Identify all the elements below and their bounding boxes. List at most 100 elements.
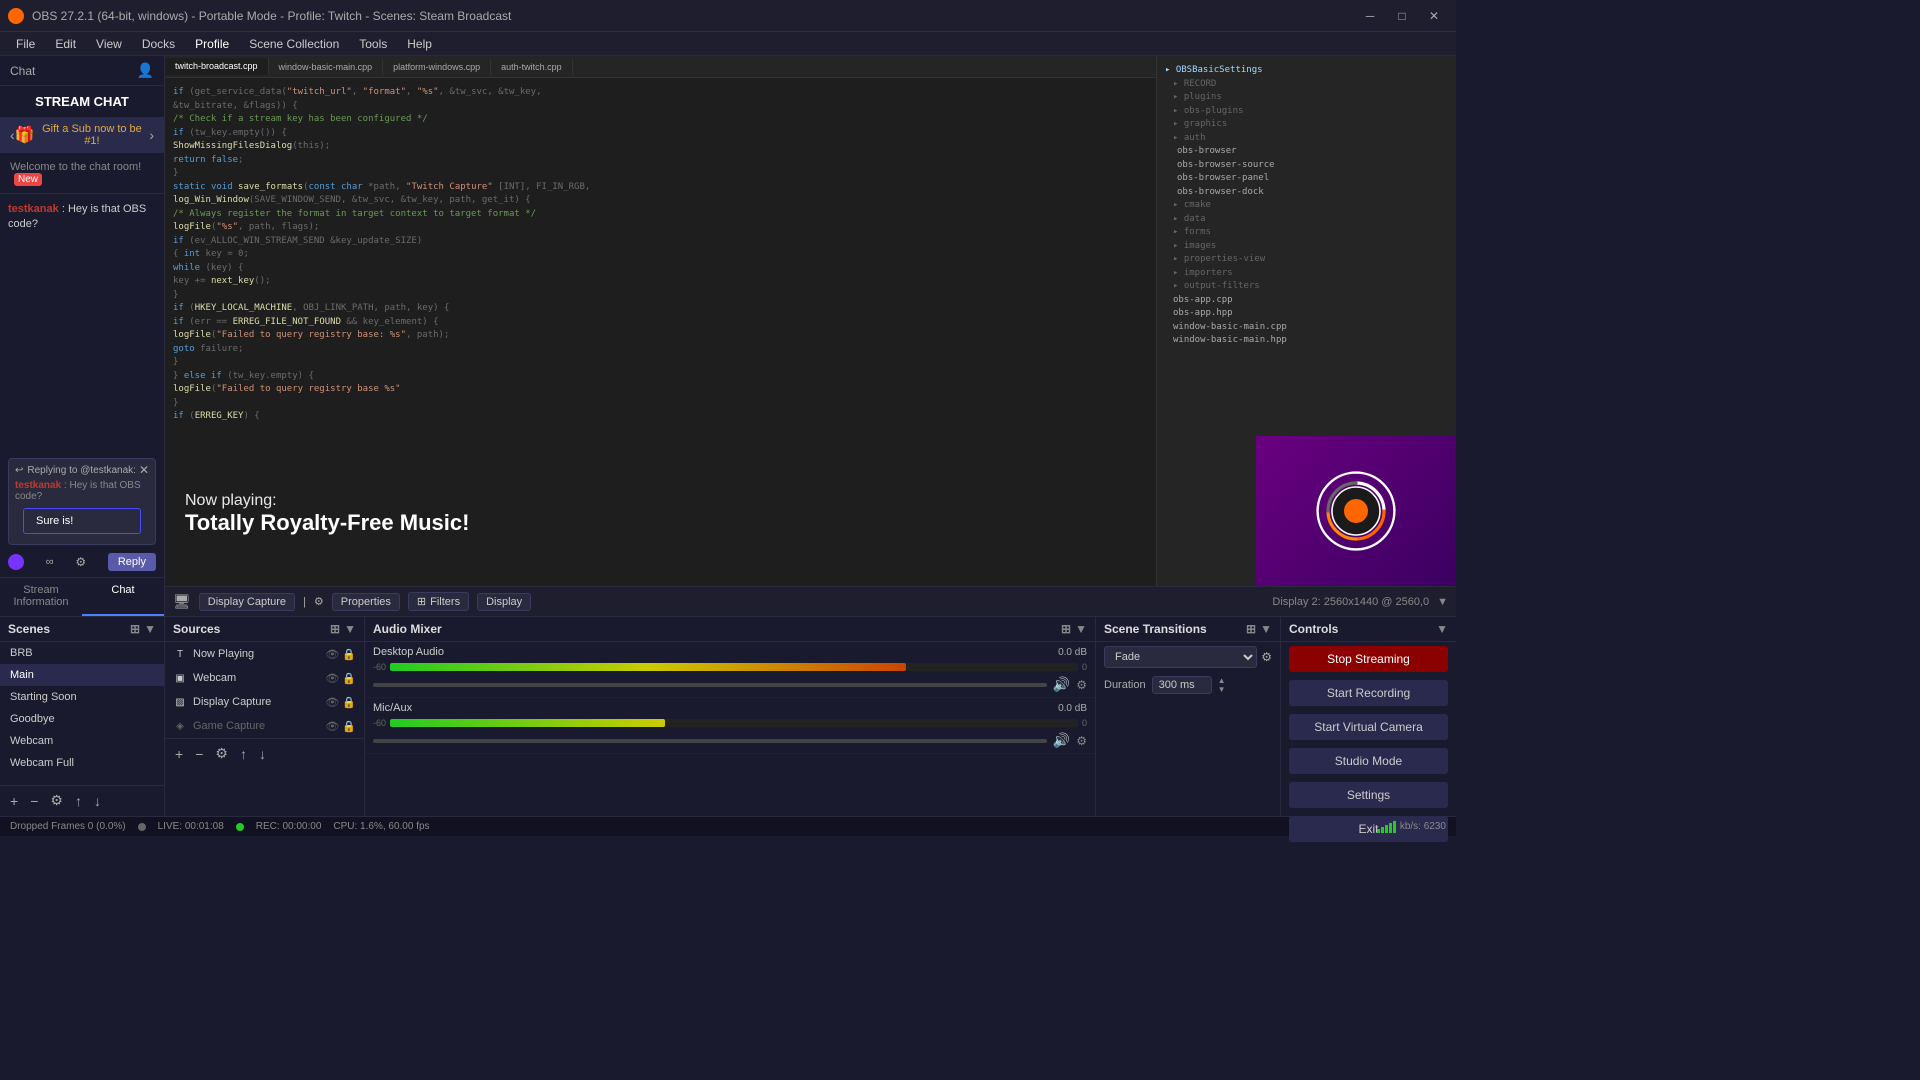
source-game-capture[interactable]: ◈ Game Capture 👁 🔒 [165, 714, 364, 738]
transitions-config-icon[interactable]: ⊞ [1246, 622, 1256, 636]
menu-tools[interactable]: Tools [351, 35, 395, 53]
gift-next-arrow[interactable]: › [149, 127, 154, 143]
minimize-button[interactable]: ─ [1356, 6, 1384, 26]
scene-remove-button[interactable]: − [26, 791, 42, 811]
chat-gift-banner[interactable]: ‹ 🎁 Gift a Sub now to be #1! › [0, 117, 164, 153]
lock-icon[interactable]: 🔒 [342, 672, 356, 685]
stop-streaming-button[interactable]: Stop Streaming [1289, 646, 1448, 672]
transitions-arrow-icon[interactable]: ▼ [1260, 622, 1272, 636]
source-settings-button[interactable]: ⚙ [211, 743, 232, 764]
duration-up-arrow[interactable]: ▲ [1218, 677, 1226, 685]
bar-2 [1381, 827, 1384, 833]
eye-icon[interactable]: 👁 [325, 648, 339, 661]
preview-area: twitch-broadcast.cpp window-basic-main.c… [165, 56, 1456, 616]
scene-up-button[interactable]: ↑ [71, 791, 86, 811]
studio-mode-button[interactable]: Studio Mode [1289, 748, 1448, 774]
audio-mixer-arrow-icon[interactable]: ▼ [1075, 622, 1087, 636]
eye-hidden-icon[interactable]: 👁 [325, 720, 339, 733]
tab-chat[interactable]: Chat [82, 578, 164, 616]
scenes-arrow-icon[interactable]: ▼ [144, 622, 156, 636]
display-button[interactable]: Display [477, 593, 531, 611]
start-recording-button[interactable]: Start Recording [1289, 680, 1448, 706]
monitor-icon: 🖥 [173, 593, 191, 610]
scene-settings-button[interactable]: ⚙ [46, 790, 67, 811]
scene-goodbye[interactable]: Goodbye [0, 708, 164, 730]
scene-starting-soon[interactable]: Starting Soon [0, 686, 164, 708]
scene-main[interactable]: Main [0, 664, 164, 686]
source-add-button[interactable]: + [171, 744, 187, 764]
close-button[interactable]: ✕ [1420, 6, 1448, 26]
status-bar: Dropped Frames 0 (0.0%) LIVE: 00:01:08 R… [0, 816, 1456, 836]
sources-config-icon[interactable]: ⊞ [330, 622, 340, 636]
desktop-mute-icon[interactable]: 🔊 [1053, 676, 1070, 693]
scene-brb[interactable]: BRB [0, 642, 164, 664]
menu-profile[interactable]: Profile [187, 35, 237, 53]
code-tab-1[interactable]: twitch-broadcast.cpp [165, 58, 269, 75]
filters-label: Filters [430, 596, 460, 608]
scenes-panel: Scenes ⊞ ▼ BRB Main Starting Soon Goodby… [0, 617, 165, 816]
mic-settings-icon[interactable]: ⚙ [1076, 734, 1087, 748]
chat-settings-icon[interactable]: ⚙ [75, 555, 86, 569]
menu-help[interactable]: Help [399, 35, 440, 53]
properties-button[interactable]: Properties [332, 593, 400, 611]
audio-track-desktop-header: Desktop Audio 0.0 dB [373, 646, 1087, 658]
sources-arrow-icon[interactable]: ▼ [344, 622, 356, 636]
lock-icon[interactable]: 🔒 [342, 720, 356, 733]
source-now-playing[interactable]: T Now Playing 👁 🔒 [165, 642, 364, 666]
scene-down-button[interactable]: ↓ [90, 791, 105, 811]
reply-button[interactable]: Reply [108, 553, 156, 571]
transition-dropdown[interactable]: Fade Cut Swipe Slide [1104, 646, 1257, 668]
audio-mixer-config-icon[interactable]: ⊞ [1061, 622, 1071, 636]
mic-aux-label: Mic/Aux [373, 702, 412, 714]
code-tab-2[interactable]: window-basic-main.cpp [269, 59, 384, 75]
sources-panel-actions: ⊞ ▼ [330, 622, 356, 636]
maximize-button[interactable]: □ [1388, 6, 1416, 26]
menu-edit[interactable]: Edit [47, 35, 84, 53]
code-editor-right: ▸ OBSBasicSettings ▸ RECORD ▸ plugins ▸ … [1156, 56, 1456, 586]
duration-row: Duration ▲ ▼ [1096, 672, 1280, 698]
scene-add-button[interactable]: + [6, 791, 22, 811]
source-webcam-controls: 👁 🔒 [325, 672, 356, 685]
display-dropdown-icon[interactable]: ▼ [1437, 596, 1448, 608]
menu-view[interactable]: View [88, 35, 130, 53]
source-remove-button[interactable]: − [191, 744, 207, 764]
code-tab-4[interactable]: auth-twitch.cpp [491, 59, 573, 75]
start-virtual-camera-button[interactable]: Start Virtual Camera [1289, 714, 1448, 740]
filters-button[interactable]: ⊞ Filters [408, 592, 469, 611]
transition-gear-icon[interactable]: ⚙ [1261, 650, 1272, 664]
lock-icon[interactable]: 🔒 [342, 696, 356, 709]
menu-docks[interactable]: Docks [134, 35, 183, 53]
stream-info-tab-label: Stream Information [13, 584, 68, 608]
desktop-settings-icon[interactable]: ⚙ [1076, 678, 1087, 692]
source-display-capture[interactable]: ▨ Display Capture 👁 🔒 [165, 690, 364, 714]
reply-close-button[interactable]: ✕ [139, 463, 149, 477]
eye-icon[interactable]: 👁 [325, 672, 339, 685]
chat-bottom-row: ∞ ⚙ Reply [0, 549, 164, 577]
chat-input[interactable] [36, 515, 178, 527]
scenes-config-icon[interactable]: ⊞ [130, 622, 140, 636]
audio-track-mic: Mic/Aux 0.0 dB -60 0 🔊 ⚙ [365, 698, 1095, 754]
mic-volume-slider[interactable] [373, 739, 1047, 743]
eye-icon[interactable]: 👁 [325, 696, 339, 709]
source-down-button[interactable]: ↓ [255, 744, 270, 764]
controls-arrow-icon[interactable]: ▼ [1436, 622, 1448, 636]
tab-stream-information[interactable]: Stream Information [0, 578, 82, 616]
menu-file[interactable]: File [8, 35, 43, 53]
display-capture-button[interactable]: Display Capture [199, 593, 295, 611]
welcome-message: Welcome to the chat room! [10, 161, 141, 173]
bar-3 [1385, 825, 1388, 833]
scene-webcam-full[interactable]: Webcam Full [0, 752, 164, 774]
source-up-button[interactable]: ↑ [236, 744, 251, 764]
menu-scene-collection[interactable]: Scene Collection [241, 35, 347, 53]
mic-mute-icon[interactable]: 🔊 [1053, 732, 1070, 749]
code-tab-3[interactable]: platform-windows.cpp [383, 59, 491, 75]
bar-1 [1377, 829, 1380, 833]
lock-icon[interactable]: 🔒 [342, 648, 356, 661]
scene-webcam[interactable]: Webcam [0, 730, 164, 752]
desktop-volume-slider[interactable] [373, 683, 1047, 687]
source-webcam[interactable]: ▣ Webcam 👁 🔒 [165, 666, 364, 690]
duration-down-arrow[interactable]: ▼ [1218, 686, 1226, 694]
duration-input[interactable] [1152, 676, 1212, 694]
settings-button[interactable]: Settings [1289, 782, 1448, 808]
live-dot [138, 823, 146, 831]
